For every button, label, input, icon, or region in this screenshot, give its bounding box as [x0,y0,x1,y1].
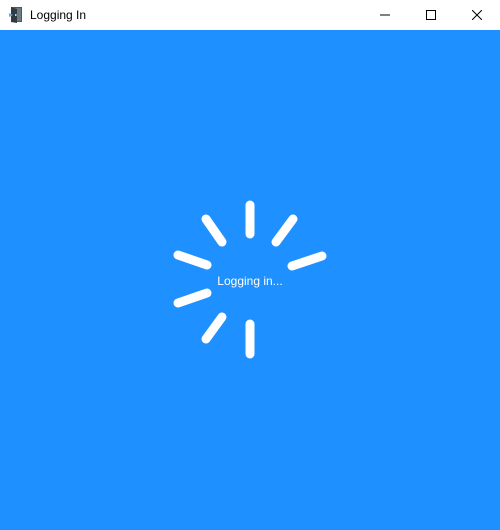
minimize-button[interactable] [362,0,408,30]
maximize-icon [426,10,436,20]
window-title: Logging In [30,8,87,22]
logging-in-status: Logging in... [217,274,283,288]
close-icon [472,10,482,20]
minimize-icon [380,14,390,16]
login-content-area: Logging in... [0,30,500,530]
spinner-segment-3 [287,251,327,271]
app-door-icon [9,7,22,23]
login-window: Logging In Logging in... [0,0,500,530]
spinner-segment-2 [271,214,298,247]
close-button[interactable] [454,0,500,30]
spinner-segment-7 [201,312,227,344]
spinner-segment-6 [173,288,212,308]
title-bar[interactable]: Logging In [0,0,500,30]
spinner-segment-4 [173,250,212,270]
spinner-segment-5 [201,214,227,247]
maximize-button[interactable] [408,0,454,30]
